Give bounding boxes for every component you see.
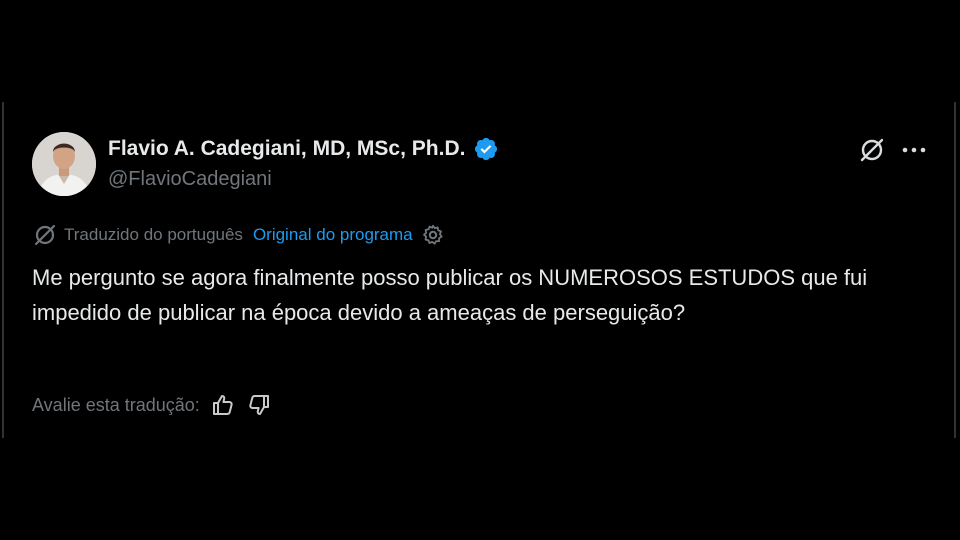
- thumbs-up-icon[interactable]: [210, 392, 236, 418]
- translated-from-label: Traduzido do português: [64, 225, 243, 244]
- translate-icon: [32, 222, 58, 248]
- translation-bar: Traduzido do português Original do progr…: [32, 222, 445, 248]
- gear-icon[interactable]: [421, 223, 445, 247]
- tweet-card: Flavio A. Cadegiani, MD, MSc, Ph.D. @Fla…: [2, 102, 956, 438]
- grok-icon[interactable]: [858, 136, 886, 164]
- show-original-link[interactable]: Original do programa: [253, 225, 413, 245]
- verified-badge-icon[interactable]: [473, 136, 499, 162]
- author-name-text[interactable]: Flavio A. Cadegiani, MD, MSc, Ph.D.: [108, 137, 465, 161]
- rate-translation-bar: Avalie esta tradução:: [32, 392, 272, 418]
- author-name[interactable]: Flavio A. Cadegiani, MD, MSc, Ph.D.: [108, 136, 499, 162]
- more-icon[interactable]: [900, 136, 928, 164]
- avatar[interactable]: [32, 132, 96, 196]
- author-handle[interactable]: @FlavioCadegiani: [108, 168, 272, 191]
- rate-translation-label: Avalie esta tradução:: [32, 394, 200, 415]
- tweet-text: Me pergunto se agora finalmente posso pu…: [32, 265, 868, 325]
- thumbs-down-icon[interactable]: [246, 392, 272, 418]
